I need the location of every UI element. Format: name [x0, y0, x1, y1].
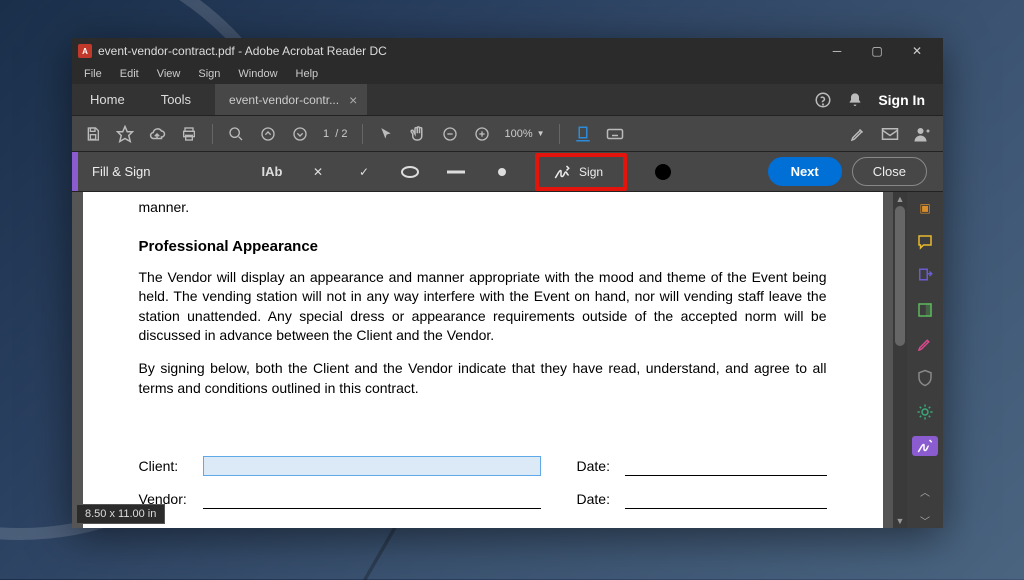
menubar: File Edit View Sign Window Help [72, 64, 943, 84]
save-icon[interactable] [84, 125, 102, 143]
sign-button-label: Sign [579, 165, 603, 179]
maximize-button[interactable]: ▢ [857, 38, 897, 64]
zoom-out-search-icon[interactable] [227, 125, 245, 143]
highlight2-icon[interactable] [912, 334, 938, 354]
close-button[interactable]: Close [852, 157, 927, 186]
sign-button[interactable]: Sign [535, 153, 627, 191]
fill-sign-toolbar: Fill & Sign IAb ✕ ✓ Sign Next Close [72, 152, 943, 192]
fillsign-tool-icon[interactable] [912, 436, 938, 456]
color-swatch[interactable] [655, 164, 671, 180]
window-title: event-vendor-contract.pdf - Adobe Acroba… [98, 44, 817, 58]
vendor-row: Vendor: Date: [139, 490, 827, 509]
tab-tools[interactable]: Tools [143, 84, 209, 115]
next-button[interactable]: Next [768, 157, 842, 186]
cloud-icon[interactable] [148, 125, 166, 143]
paragraph-2: By signing below, both the Client and th… [139, 359, 827, 398]
circle-tool[interactable] [399, 165, 421, 179]
export-icon[interactable] [912, 266, 938, 286]
dot-tool[interactable] [491, 168, 513, 176]
signature-icon [553, 163, 571, 181]
paragraph-1: The Vendor will display an appearance an… [139, 268, 827, 345]
fit-width-icon[interactable] [574, 125, 592, 143]
hand-icon[interactable] [409, 125, 427, 143]
vendor-signature-field[interactable] [203, 491, 541, 509]
vertical-scrollbar[interactable]: ▲ ▼ [893, 192, 907, 528]
tabbar: Home Tools event-vendor-contr... × Sign … [72, 84, 943, 116]
client-date-label: Date: [577, 457, 625, 476]
pointer-icon[interactable] [377, 125, 395, 143]
pdf-app-icon: A [78, 44, 92, 58]
highlight-icon[interactable] [849, 125, 867, 143]
client-signature-field[interactable] [203, 456, 541, 476]
page-down-icon[interactable] [291, 125, 309, 143]
bell-icon[interactable] [846, 91, 864, 109]
client-row: Client: Date: [139, 456, 827, 476]
share-user-icon[interactable] [913, 125, 931, 143]
edit-icon[interactable] [912, 300, 938, 320]
comment-icon[interactable] [912, 232, 938, 252]
scroll-up-icon[interactable]: ▲ [893, 192, 907, 206]
tab-document[interactable]: event-vendor-contr... × [215, 84, 367, 115]
acrobat-window: A event-vendor-contract.pdf - Adobe Acro… [72, 38, 943, 528]
menu-edit[interactable]: Edit [112, 66, 147, 82]
pdf-page: manner. Professional Appearance The Vend… [83, 192, 883, 528]
client-date-field[interactable] [625, 458, 827, 476]
scroll-down-icon[interactable]: ▼ [893, 514, 907, 528]
menu-window[interactable]: Window [230, 66, 285, 82]
panel-up-icon[interactable]: ︿ [920, 484, 930, 499]
minimize-button[interactable]: ─ [817, 38, 857, 64]
panel-down-icon[interactable]: ﹀ [920, 513, 930, 528]
check-tool[interactable]: ✓ [353, 165, 375, 179]
menu-help[interactable]: Help [288, 66, 327, 82]
window-close-button[interactable]: ✕ [897, 38, 937, 64]
menu-file[interactable]: File [76, 66, 110, 82]
vendor-date-field[interactable] [625, 491, 827, 509]
signin-button[interactable]: Sign In [878, 92, 925, 108]
line-tool[interactable] [445, 170, 467, 174]
page-number[interactable]: 1 / 2 [323, 128, 348, 140]
client-label: Client: [139, 457, 203, 476]
zoom-in-icon[interactable] [473, 125, 491, 143]
titlebar: A event-vendor-contract.pdf - Adobe Acro… [72, 38, 943, 64]
tab-close-icon[interactable]: × [349, 92, 357, 108]
star-icon[interactable] [116, 125, 134, 143]
zoom-level[interactable]: 100% ▼ [505, 128, 545, 140]
document-viewport[interactable]: manner. Professional Appearance The Vend… [72, 192, 893, 528]
tab-home[interactable]: Home [72, 84, 143, 115]
fill-sign-label: Fill & Sign [78, 164, 165, 179]
page-up-icon[interactable] [259, 125, 277, 143]
right-side-panel: ▣ ︿ ﹀ [907, 192, 943, 528]
scroll-thumb[interactable] [895, 206, 905, 346]
print-icon[interactable] [180, 125, 198, 143]
content-area: manner. Professional Appearance The Vend… [72, 192, 943, 528]
help-icon[interactable] [814, 91, 832, 109]
heading-professional-appearance: Professional Appearance [139, 237, 827, 258]
menu-sign[interactable]: Sign [190, 66, 228, 82]
tab-document-label: event-vendor-contr... [229, 93, 339, 107]
vendor-date-label: Date: [577, 490, 625, 509]
menu-view[interactable]: View [149, 66, 189, 82]
zoom-out-icon[interactable] [441, 125, 459, 143]
optimize-icon[interactable] [912, 402, 938, 422]
mail-icon[interactable] [881, 125, 899, 143]
search-tool-icon[interactable]: ▣ [912, 198, 938, 218]
add-text-tool[interactable]: IAb [261, 164, 283, 179]
cross-tool[interactable]: ✕ [307, 165, 329, 179]
page-dimensions: 8.50 x 11.00 in [76, 504, 165, 524]
protect-icon[interactable] [912, 368, 938, 388]
keyboard-icon[interactable] [606, 125, 624, 143]
main-toolbar: 1 / 2 100% ▼ [72, 116, 943, 152]
